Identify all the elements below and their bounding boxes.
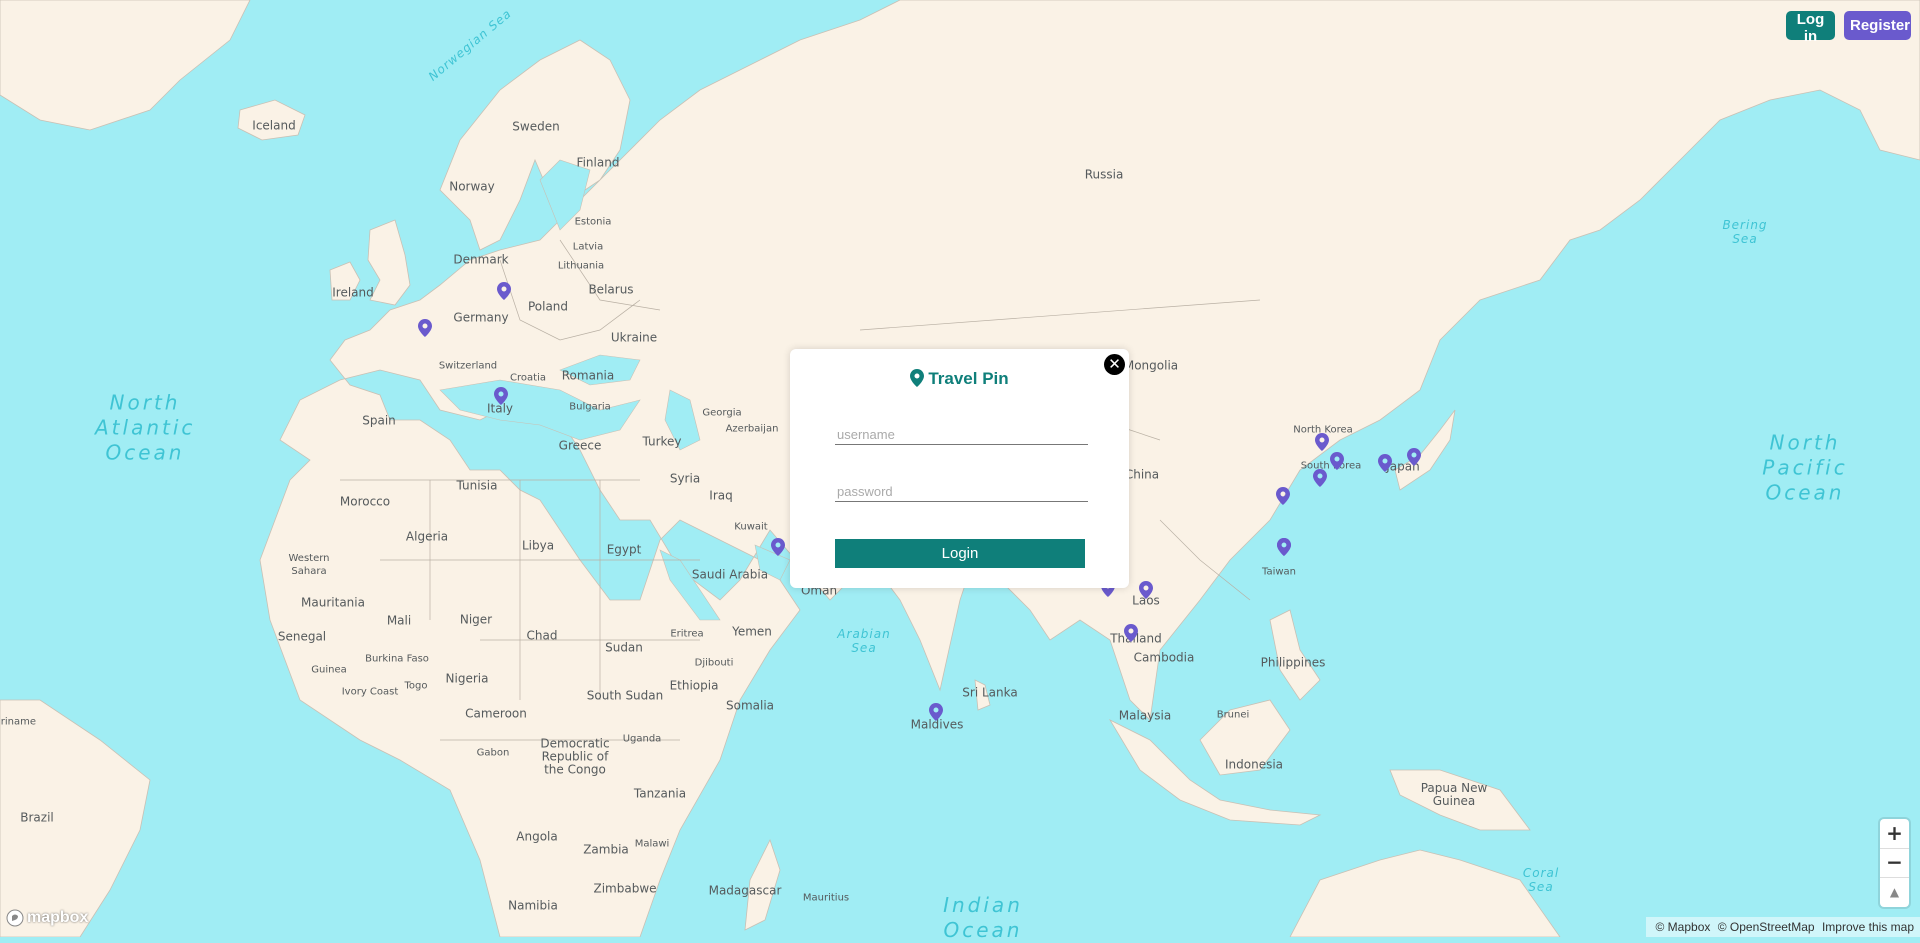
mapbox-logo[interactable]: mapbox (6, 909, 88, 927)
location-pin[interactable] (1330, 452, 1344, 470)
username-field[interactable] (835, 425, 1088, 445)
location-pin[interactable] (1124, 624, 1138, 642)
location-pin[interactable] (497, 282, 511, 300)
location-pin[interactable] (1313, 469, 1327, 487)
register-button[interactable]: Register (1844, 11, 1911, 40)
login-button[interactable]: Log in (1786, 11, 1835, 40)
attribution-improve[interactable]: Improve this map (1822, 920, 1914, 934)
mapbox-logo-text: mapbox (27, 909, 88, 927)
modal-title-text: Travel Pin (928, 369, 1008, 388)
map-pin-icon (910, 369, 924, 387)
location-pin[interactable] (1276, 487, 1290, 505)
zoom-in-button[interactable]: + (1880, 819, 1909, 848)
location-pin[interactable] (1315, 433, 1329, 451)
modal-title: Travel Pin (790, 369, 1129, 389)
mapbox-icon (6, 909, 24, 927)
attribution-mapbox[interactable]: © Mapbox (1656, 920, 1711, 934)
location-pin[interactable] (929, 703, 943, 721)
submit-login-button[interactable]: Login (835, 539, 1085, 568)
location-pin[interactable] (494, 387, 508, 405)
location-pin[interactable] (1277, 538, 1291, 556)
attribution: © Mapbox © OpenStreetMap Improve this ma… (1646, 917, 1920, 937)
location-pin[interactable] (1139, 581, 1153, 599)
attribution-osm[interactable]: © OpenStreetMap (1718, 920, 1815, 934)
compass-button[interactable]: ▲ (1880, 878, 1909, 907)
login-modal: ✕ Travel Pin Login (790, 349, 1129, 588)
location-pin[interactable] (1378, 454, 1392, 472)
location-pin[interactable] (418, 319, 432, 337)
zoom-out-button[interactable]: − (1880, 848, 1909, 877)
password-field[interactable] (835, 482, 1088, 502)
location-pin[interactable] (771, 538, 785, 556)
location-pin[interactable] (1407, 448, 1421, 466)
zoom-controls: + − ▲ (1880, 819, 1909, 907)
